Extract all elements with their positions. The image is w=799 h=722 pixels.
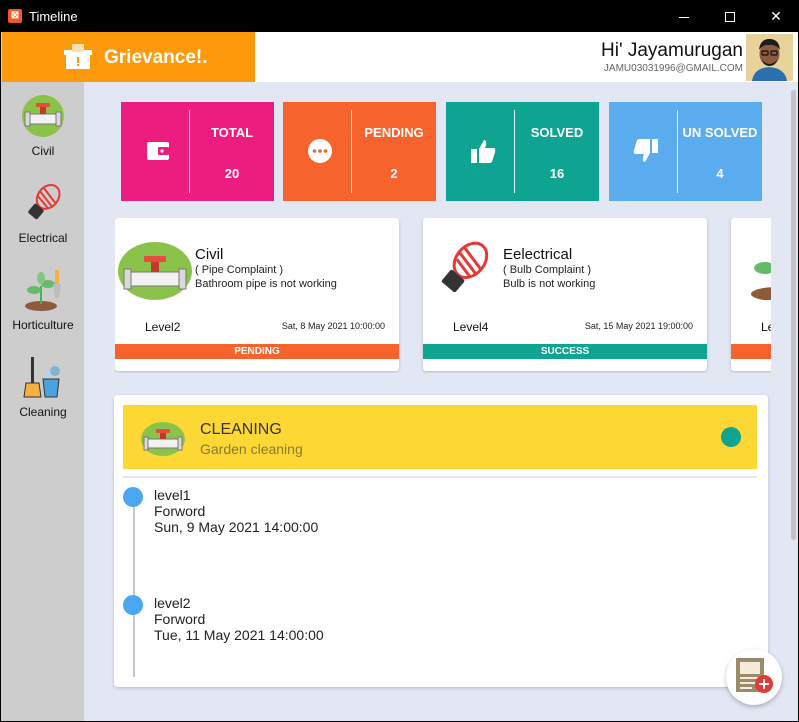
stat-total[interactable]: TOTAL 20: [121, 102, 274, 201]
pipe-icon: [22, 95, 64, 137]
entry-level: level2: [154, 595, 191, 611]
bulb-icon: [28, 184, 61, 220]
complaint-box-icon: [64, 44, 92, 69]
stat-solved[interactable]: SOLVED 16: [446, 102, 599, 201]
timeline-subtitle: Garden cleaning: [200, 441, 303, 457]
window-title: Timeline: [29, 9, 78, 24]
stat-value: 2: [390, 166, 398, 181]
stat-label: UN SOLVED: [682, 125, 758, 140]
card-title: Eelectrical: [503, 246, 573, 263]
sidebar-item-label: Cleaning: [19, 405, 67, 419]
timeline-panel: CLEANING Garden cleaning level1 Forword …: [114, 395, 768, 687]
timeline-divider: [123, 476, 757, 478]
card-description: Bulb is not working: [503, 278, 596, 290]
sidebar-item-horticulture[interactable]: Horticulture: [2, 256, 84, 342]
sidebar-item-label: Electrical: [18, 231, 68, 245]
pipe-icon: [141, 422, 185, 456]
more-dots-icon: [308, 139, 332, 163]
card-level: Level2: [145, 320, 181, 334]
status-badge: [731, 344, 771, 359]
app-header: Grievance!. Hi' Jayamurugan JAMU03031996…: [2, 32, 798, 82]
entry-date: Sun, 9 May 2021 14:00:00: [154, 519, 319, 535]
minimize-icon: [679, 16, 689, 18]
close-button[interactable]: ✕: [753, 1, 798, 32]
title-bar: ⊠ Timeline ✕: [1, 1, 798, 32]
brand-name: Grievance!.: [104, 47, 208, 68]
minimize-button[interactable]: [661, 1, 707, 32]
stat-label: TOTAL: [210, 125, 254, 140]
plant-icon: [25, 270, 61, 311]
entry-date: Tue, 11 May 2021 14:00:00: [154, 627, 324, 643]
vertical-scrollbar[interactable]: [787, 82, 798, 721]
complaint-card[interactable]: Civil ( Pipe Complaint ) Bathroom pipe i…: [115, 218, 399, 371]
entry-level: level1: [154, 487, 191, 503]
timeline-track: [133, 495, 135, 677]
sidebar-item-civil[interactable]: Civil: [2, 82, 84, 168]
stat-value: 20: [224, 166, 240, 181]
timeline-dot: [123, 487, 143, 507]
scroll-thumb[interactable]: [791, 90, 796, 540]
maximize-icon: [725, 12, 735, 23]
sidebar-item-electrical[interactable]: Electrical: [2, 169, 84, 255]
complaint-card[interactable]: Eelectrical ( Bulb Complaint ) Bulb is n…: [423, 218, 707, 371]
brand-block[interactable]: Grievance!.: [2, 32, 255, 82]
status-badge: PENDING: [115, 344, 399, 359]
maximize-button[interactable]: [707, 1, 753, 32]
broom-bucket-icon: [23, 357, 60, 398]
app-window: ⊠ Timeline ✕ Grievance!. Hi' Jayamurugan…: [0, 0, 799, 722]
sidebar-item-label: Civil: [31, 144, 55, 158]
timeline-title: CLEANING: [200, 421, 282, 438]
card-date: Sat, 8 May 2021 10:00:00: [281, 321, 385, 331]
card-subtitle: ( Bulb Complaint ): [503, 264, 592, 276]
card-date: Sat, 15 May 2021 19:00:00: [584, 321, 693, 331]
entry-action: Forword: [154, 503, 206, 519]
add-complaint-button[interactable]: [726, 649, 782, 705]
app-icon: ⊠: [8, 9, 22, 23]
card-level: Le: [761, 320, 771, 334]
stat-label: PENDING: [364, 125, 424, 140]
complaint-card-list: Civil ( Pipe Complaint ) Bathroom pipe i…: [115, 218, 771, 373]
sidebar-item-cleaning[interactable]: Cleaning: [2, 343, 84, 429]
user-greeting: Hi' Jayamurugan: [601, 40, 743, 61]
bulb-icon: [441, 241, 489, 293]
avatar[interactable]: [746, 34, 793, 81]
card-level: Level4: [453, 320, 489, 334]
stat-value: 16: [549, 166, 565, 181]
stat-label: SOLVED: [530, 125, 584, 140]
pipe-icon: [118, 242, 192, 300]
timeline-dot: [123, 595, 143, 615]
complaint-card[interactable]: Le: [731, 218, 771, 371]
status-dot: [721, 427, 741, 447]
user-avatar-icon: [746, 34, 793, 81]
sidebar-item-label: Horticulture: [12, 318, 74, 332]
stat-value: 4: [716, 166, 724, 181]
close-icon: ✕: [770, 8, 782, 24]
stat-unsolved[interactable]: UN SOLVED 4: [609, 102, 762, 201]
card-title: Civil: [195, 246, 224, 263]
plant-icon: [751, 262, 771, 300]
add-document-icon: [736, 658, 773, 693]
card-subtitle: ( Pipe Complaint ): [195, 264, 284, 276]
card-description: Bathroom pipe is not working: [195, 278, 337, 290]
status-badge: SUCCESS: [423, 344, 707, 359]
thumbs-up-icon: [471, 140, 496, 163]
thumbs-down-icon: [633, 139, 658, 162]
timeline-header[interactable]: CLEANING Garden cleaning: [123, 405, 757, 469]
stat-pending[interactable]: PENDING 2: [283, 102, 436, 201]
wallet-icon: [147, 142, 169, 160]
user-email: JAMU03031996@GMAIL.COM: [603, 63, 743, 74]
category-sidebar: Civil Electrical Horticulture Cleaning: [2, 82, 84, 721]
entry-action: Forword: [154, 611, 206, 627]
main-content: TOTAL 20 PENDING 2 SOLVED 16 UN SOLVED 4…: [84, 82, 787, 721]
